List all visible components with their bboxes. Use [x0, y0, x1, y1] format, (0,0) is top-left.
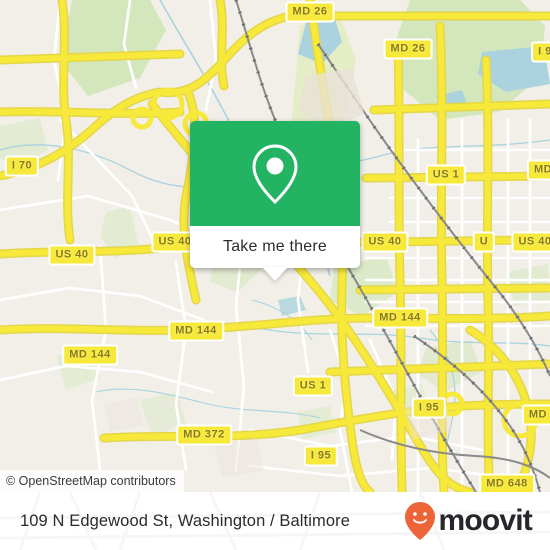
location-address: 109 N Edgewood St, Washington / Baltimor…	[20, 511, 350, 530]
road-shield: U	[472, 231, 496, 253]
osm-attribution-label: © OpenStreetMap contributors	[6, 474, 176, 488]
road-shield: MD 26	[285, 1, 335, 23]
destination-popup-card[interactable]: Take me there	[190, 121, 360, 281]
road-shield: US 40	[361, 231, 409, 253]
road-shield: MD 648	[479, 473, 535, 492]
road-shield: MD 6	[521, 404, 550, 426]
road-shield: I 9	[531, 41, 550, 63]
road-shield: I 95	[411, 397, 447, 419]
road-shield: US 40	[511, 231, 550, 253]
road-shield: MD 144	[372, 307, 428, 329]
road-shield: MD 372	[176, 424, 232, 446]
footer-bar: 109 N Edgewood St, Washington / Baltimor…	[0, 492, 550, 550]
road-shield: MD 144	[168, 320, 224, 342]
popup-header	[190, 121, 360, 226]
map-screenshot: MD 26 MD 26 I 9 I 70 US 1 MD US 40 US 40…	[0, 0, 550, 550]
osm-attribution[interactable]: © OpenStreetMap contributors	[0, 470, 184, 492]
moovit-smiling-pin-icon	[405, 502, 436, 540]
take-me-there-button-label: Take me there	[223, 238, 327, 255]
map-pin-icon	[252, 143, 298, 204]
road-shield: US 1	[425, 164, 467, 186]
road-shield: I 70	[4, 155, 40, 177]
moovit-wordmark: moovit	[438, 504, 532, 537]
moovit-logo[interactable]: moovit	[405, 502, 533, 540]
road-shield: US 1	[292, 375, 334, 397]
road-shield: MD 144	[62, 344, 118, 366]
popup-pointer	[262, 267, 288, 281]
road-shield: I 95	[303, 445, 339, 467]
road-shield: MD 26	[383, 38, 433, 60]
road-shield: MD	[526, 159, 550, 181]
road-shield: US 40	[48, 244, 96, 266]
popup-footer[interactable]: Take me there	[190, 226, 360, 281]
